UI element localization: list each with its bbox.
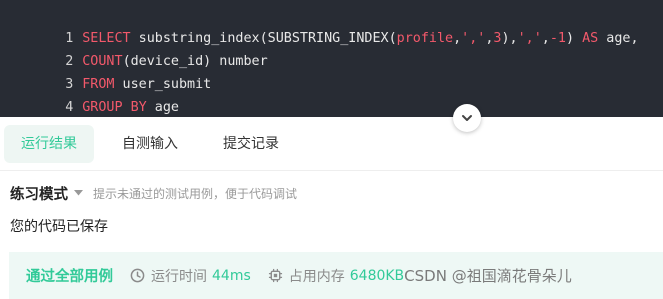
memory-value: 6480KB bbox=[349, 267, 405, 284]
runtime-stat: 运行时间 44ms bbox=[130, 266, 251, 286]
practice-mode-selector[interactable]: 练习模式 提示未通过的测试用例，便于代码调试 bbox=[10, 180, 297, 206]
line-number: 4 bbox=[65, 100, 74, 115]
code-line[interactable]: 1 SELECT substring_index(SUBSTRING_INDEX(… bbox=[0, 4, 638, 46]
code-token: GROUP BY bbox=[82, 100, 147, 115]
code-token: , bbox=[541, 31, 550, 46]
code-token: ',' bbox=[461, 31, 486, 46]
code-line[interactable]: 4 GROUP BY age bbox=[0, 73, 179, 115]
tab-submission-history[interactable]: 提交记录 bbox=[207, 125, 295, 163]
code-line[interactable]: 3 FROM user_submit bbox=[0, 50, 211, 92]
code-token: ',' bbox=[517, 31, 542, 46]
mode-title: 练习模式 bbox=[10, 186, 68, 203]
memory-stat: 占用内存 6480KB bbox=[268, 266, 404, 286]
chip-icon bbox=[268, 268, 282, 283]
code-token: profile bbox=[396, 31, 454, 46]
caret-down-icon bbox=[74, 190, 83, 196]
watermark: CSDN @祖国滴花骨朵儿 bbox=[404, 267, 572, 285]
code-token: ) bbox=[565, 31, 583, 46]
result-tabs: 运行结果 自测输入 提交记录 bbox=[0, 117, 663, 171]
code-text: GROUP BY age bbox=[82, 100, 179, 115]
code-line[interactable]: 2 COUNT(device_id) number bbox=[0, 27, 268, 69]
result-status: 通过全部用例 bbox=[26, 269, 113, 285]
code-token: ), bbox=[501, 31, 518, 46]
code-token: AS bbox=[582, 31, 599, 46]
tab-custom-input[interactable]: 自测输入 bbox=[106, 125, 194, 163]
clock-icon bbox=[130, 268, 145, 283]
memory-label: 占用内存 bbox=[288, 268, 345, 285]
result-summary: 通过全部用例 运行时间 44ms 占用内存 6480KB CSDN @祖国滴花骨… bbox=[9, 252, 663, 299]
code-token: age, bbox=[598, 31, 639, 46]
collapse-editor-button[interactable] bbox=[453, 104, 481, 132]
mode-hint: 提示未通过的测试用例，便于代码调试 bbox=[93, 186, 298, 201]
code-token: -1 bbox=[549, 31, 566, 46]
runtime-label: 运行时间 bbox=[151, 268, 207, 285]
code-editor[interactable]: 1 SELECT substring_index(SUBSTRING_INDEX(… bbox=[0, 0, 663, 117]
code-token: age bbox=[146, 100, 179, 115]
chevron-down-icon bbox=[462, 115, 472, 121]
saved-message: 您的代码已保存 bbox=[10, 219, 108, 235]
tab-run-result[interactable]: 运行结果 bbox=[4, 125, 94, 163]
runtime-value: 44ms bbox=[212, 267, 251, 284]
code-token: , bbox=[453, 31, 462, 46]
